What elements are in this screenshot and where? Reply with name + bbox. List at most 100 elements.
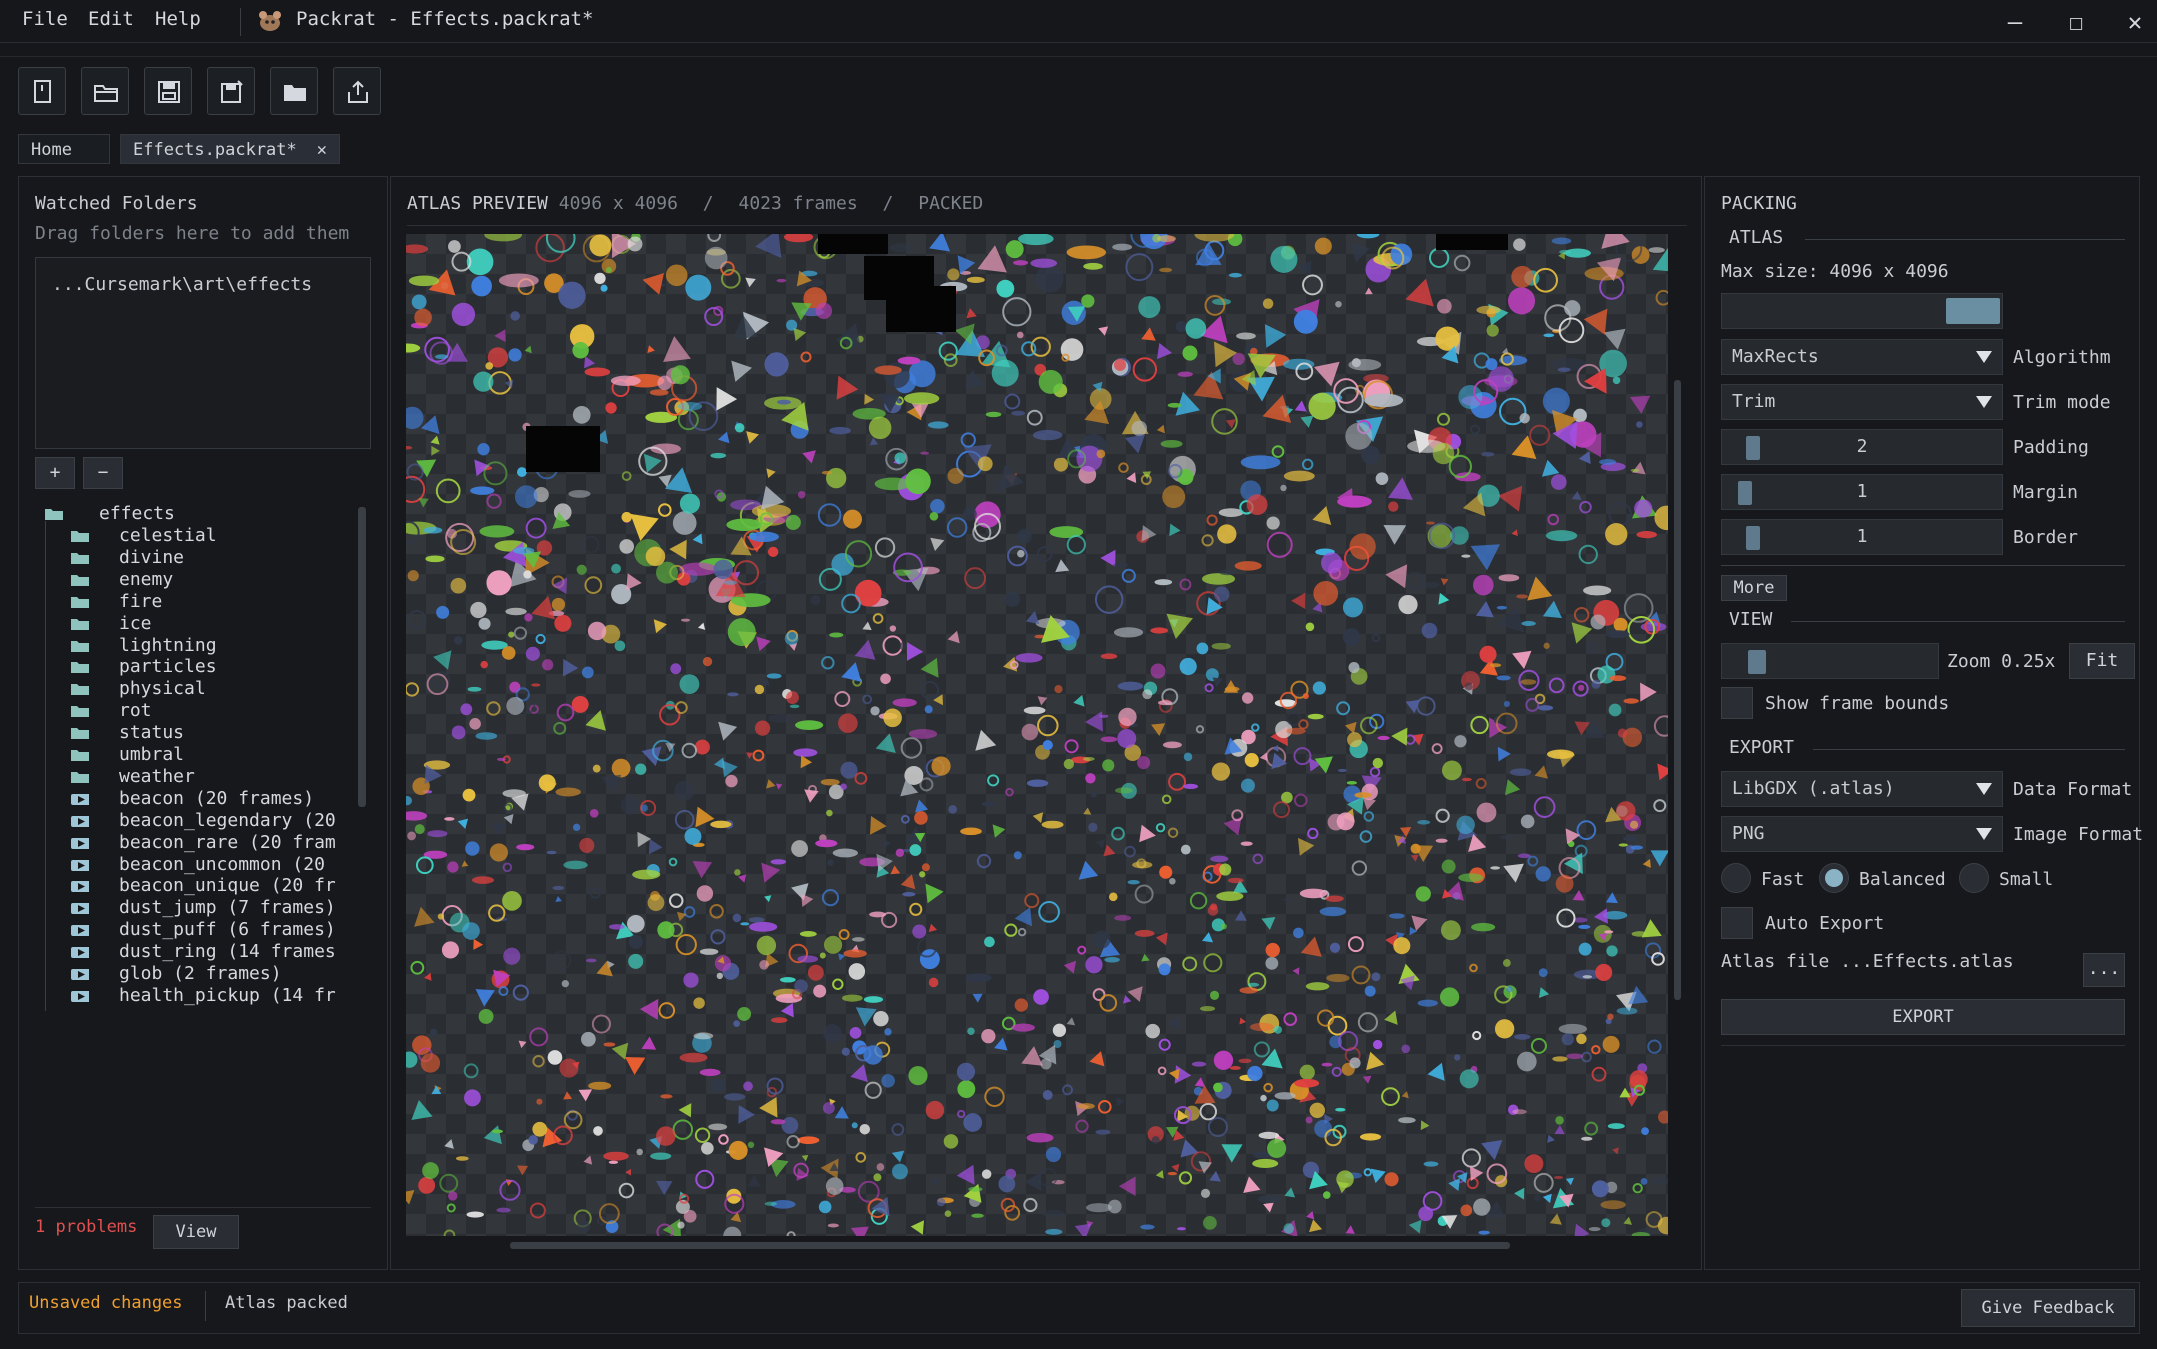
padding-slider-thumb[interactable]	[1746, 436, 1760, 460]
atlas-sprite	[407, 610, 427, 630]
export-button[interactable]: EXPORT	[1721, 999, 2125, 1035]
atlas-sprite	[1384, 1010, 1398, 1025]
atlas-sprite	[1632, 461, 1646, 475]
atlas-sprite	[1473, 574, 1494, 596]
atlas-sprite	[485, 362, 494, 370]
atlas-sprite	[486, 701, 501, 716]
pack-status: PACKED	[918, 193, 984, 214]
atlas-sprite	[1177, 371, 1193, 377]
fit-button[interactable]: Fit	[2069, 643, 2135, 679]
atlas-sprite	[1077, 945, 1087, 955]
atlas-sprite	[1435, 326, 1460, 351]
give-feedback-button[interactable]: Give Feedback	[1961, 1289, 2135, 1327]
padding-slider[interactable]: 2	[1721, 429, 2003, 465]
data-format-dropdown[interactable]: LibGDX (.atlas)	[1721, 771, 2003, 807]
atlas-sprite	[529, 1027, 549, 1047]
atlas-sprite	[716, 387, 738, 411]
trim-mode-dropdown[interactable]: Trim	[1721, 384, 2003, 420]
new-file-button[interactable]	[18, 67, 66, 115]
quality-small-radio[interactable]	[1959, 863, 1989, 893]
atlas-sprite	[1408, 1219, 1422, 1234]
atlas-sprite	[1302, 274, 1323, 296]
tab-home[interactable]: Home	[18, 134, 110, 164]
tab-effects[interactable]: Effects.packrat* ✕	[120, 134, 340, 164]
atlas-sprite	[600, 284, 608, 292]
atlas-sprite	[1348, 359, 1382, 371]
atlas-sprite	[1542, 387, 1570, 415]
margin-slider-thumb[interactable]	[1738, 481, 1752, 505]
atlas-sprite	[1252, 853, 1264, 865]
atlas-sprite	[870, 706, 880, 716]
atlas-sprite	[1137, 756, 1151, 770]
show-frame-bounds-checkbox[interactable]	[1721, 687, 1753, 719]
folder-drop-zone[interactable]: ...Cursemark\art\effects	[35, 257, 371, 449]
atlas-canvas[interactable]	[406, 234, 1668, 1236]
quality-fast-label: Fast	[1761, 869, 1805, 890]
atlas-sprite	[1313, 580, 1339, 606]
save-button[interactable]	[144, 67, 192, 115]
remove-folder-button[interactable]: −	[83, 457, 123, 489]
atlas-sprite	[1519, 413, 1530, 424]
view-problems-button[interactable]: View	[153, 1215, 239, 1249]
quality-balanced-radio[interactable]	[1819, 863, 1849, 893]
max-size-slider-thumb[interactable]	[1946, 298, 2000, 324]
minimize-button[interactable]: —	[1988, 4, 2042, 40]
max-size-slider[interactable]	[1721, 293, 2003, 329]
quality-fast-radio[interactable]	[1721, 863, 1751, 893]
close-window-button[interactable]: ✕	[2108, 4, 2157, 40]
atlas-sprite	[1138, 296, 1161, 319]
atlas-sprite	[1481, 451, 1495, 457]
atlas-sprite	[1013, 260, 1029, 266]
atlas-sprite	[406, 244, 429, 254]
atlas-sprite	[1042, 739, 1053, 751]
atlas-sprite	[843, 949, 867, 958]
atlas-sprite	[455, 1156, 469, 1161]
menu-help[interactable]: Help	[155, 8, 201, 30]
atlas-sprite	[702, 656, 713, 667]
close-tab-icon[interactable]: ✕	[317, 135, 327, 165]
atlas-sprite	[1564, 248, 1591, 258]
border-slider-thumb[interactable]	[1746, 526, 1760, 550]
maximize-button[interactable]: ☐	[2049, 4, 2103, 40]
export-toolbar-button[interactable]	[333, 67, 381, 115]
atlas-sprite	[759, 959, 769, 970]
algorithm-dropdown[interactable]: MaxRects	[1721, 339, 2003, 375]
folder-entry[interactable]: ...Cursemark\art\effects	[52, 274, 312, 295]
menu-edit[interactable]: Edit	[88, 8, 134, 30]
image-format-dropdown[interactable]: PNG	[1721, 816, 2003, 852]
add-folder-button[interactable]: +	[35, 457, 75, 489]
atlas-horizontal-scrollbar[interactable]	[510, 1242, 1510, 1249]
atlas-sprite	[884, 1028, 892, 1036]
zoom-slider[interactable]	[1721, 643, 1939, 679]
atlas-sprite	[1527, 855, 1539, 867]
atlas-sprite	[981, 1169, 992, 1179]
open-folder-button[interactable]	[270, 67, 318, 115]
atlas-sprite	[1262, 298, 1274, 309]
atlas-sprite	[1191, 1061, 1207, 1067]
atlas-sprite	[1604, 930, 1614, 934]
border-slider[interactable]: 1	[1721, 519, 2003, 555]
atlas-sprite	[1591, 1066, 1607, 1082]
atlas-sprite	[1335, 1107, 1346, 1112]
atlas-sprite	[531, 683, 541, 687]
zoom-slider-thumb[interactable]	[1748, 650, 1766, 674]
menu-file[interactable]: File	[22, 8, 68, 30]
atlas-sprite	[1145, 1023, 1161, 1039]
atlas-sprite	[1013, 851, 1022, 860]
atlas-sprite	[1150, 663, 1166, 679]
margin-slider[interactable]: 1	[1721, 474, 2003, 510]
save-as-button[interactable]	[207, 67, 255, 115]
atlas-sprite	[1461, 554, 1471, 558]
atlas-sprite	[1405, 278, 1434, 307]
atlas-sprite	[1083, 807, 1092, 815]
tree-scrollbar[interactable]	[358, 507, 366, 807]
atlas-sprite	[1494, 1019, 1515, 1039]
browse-atlas-file-button[interactable]: ...	[2083, 953, 2125, 987]
more-button[interactable]: More	[1721, 575, 1787, 601]
atlas-sprite	[1083, 262, 1103, 270]
auto-export-checkbox[interactable]	[1721, 907, 1753, 939]
atlas-sprite	[514, 485, 538, 509]
open-button[interactable]	[81, 67, 129, 115]
atlas-sprite	[1359, 1133, 1382, 1141]
atlas-vertical-scrollbar[interactable]	[1674, 380, 1681, 1000]
